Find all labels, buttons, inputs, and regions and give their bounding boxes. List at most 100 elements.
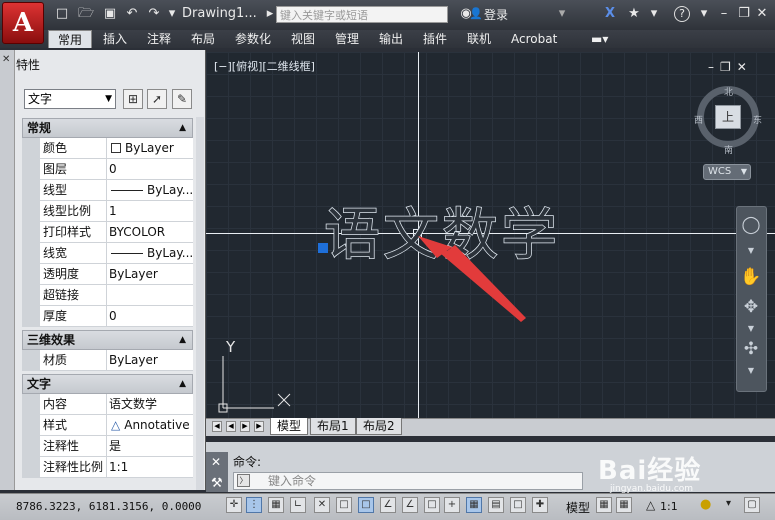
quick-select-icon[interactable]: ✎ [172,89,192,109]
save-icon[interactable]: ▣ [102,6,118,22]
star-icon[interactable]: ★ [626,6,642,22]
ortho-mode-icon[interactable]: ∟ [290,497,306,513]
property-row[interactable]: 超链接 [22,285,193,306]
section-header[interactable]: 三维效果 ▲ [22,330,193,350]
quick-view-layouts-icon[interactable]: ▦ [596,497,612,513]
polar-tracking-icon[interactable]: ✕ [314,497,330,513]
model-space-button[interactable]: 模型 [566,499,590,516]
section-header[interactable]: 文字 ▲ [22,374,193,394]
property-row[interactable]: 注释性比例 1:1 [22,457,193,478]
orbit-icon[interactable]: ✣ [739,338,763,360]
infer-constraints-icon[interactable]: ✛ [226,497,242,513]
dynamic-input-icon[interactable]: + [444,497,460,513]
command-prompt-icon[interactable]: 〉 [237,474,250,487]
dropdown-arrow-icon[interactable]: ▼ [739,360,763,382]
tab-home[interactable]: 常用 [48,30,92,48]
viewport-controls-label[interactable]: [−][俯视][二维线框] [214,58,315,74]
property-value[interactable]: △ Annotative [106,415,193,436]
lightbulb-icon[interactable]: ● [700,497,711,512]
property-row[interactable]: 材质 ByLayer [22,350,193,371]
tab-online[interactable]: 联机 [462,30,496,48]
collapse-chevron-icon[interactable]: ▲ [179,331,186,349]
tab-parametric[interactable]: 参数化 [230,30,276,48]
quick-properties-icon[interactable]: □ [510,497,526,513]
application-menu-button[interactable]: A [2,2,44,44]
zoom-extents-icon[interactable]: ✥ [739,296,763,318]
close-icon[interactable]: ✕ [754,6,770,22]
tab-manage[interactable]: 管理 [330,30,364,48]
isometric-icon[interactable]: □ [336,497,352,513]
search-input[interactable]: 键入关键字或短语 [276,6,448,23]
property-row[interactable]: 打印样式 BYCOLOR [22,222,193,243]
open-folder-icon[interactable]: 🗁 [78,6,94,22]
first-layout-arrow-icon[interactable]: ◀ [212,421,222,432]
object-snap-icon[interactable]: □ [358,497,374,513]
property-row[interactable]: 线型 ByLay... [22,180,193,201]
dynamic-ucs-icon[interactable]: □ [424,497,440,513]
property-value[interactable]: ByLayer [106,350,193,371]
tab-acrobat[interactable]: Acrobat [506,30,562,48]
property-row[interactable]: 线宽 ByLay... [22,243,193,264]
property-value[interactable]: ByLay... [106,243,193,264]
redo-icon[interactable]: ↷ [146,6,162,22]
coordinate-readout[interactable]: 8786.3223, 6181.3156, 0.0000 [16,500,201,513]
palette-close-icon[interactable]: ✕ [2,54,10,65]
property-row[interactable]: 厚度 0 [22,306,193,327]
clean-screen-icon[interactable]: ▢ [744,497,760,513]
quick-view-drawings-icon[interactable]: ▦ [616,497,632,513]
toggle-pickadd-icon[interactable]: ⊞ [123,89,143,109]
property-row[interactable]: 内容 语文数学 [22,394,193,415]
property-value[interactable]: BYCOLOR [106,222,193,243]
annotation-scale[interactable]: 1:1 [660,500,678,513]
dropdown-arrow-icon[interactable]: ▾ [646,6,662,22]
minimize-icon[interactable]: – [716,6,732,22]
collapse-chevron-icon[interactable]: ▲ [179,375,186,393]
next-layout-arrow-icon[interactable]: ▶ [240,421,250,432]
object-type-select[interactable]: 文字 ▼ [24,89,116,109]
text-grip[interactable] [318,243,328,253]
property-value[interactable] [106,285,193,306]
new-file-icon[interactable]: □ [54,6,70,22]
property-value[interactable]: 1:1 [106,457,193,478]
property-value[interactable]: 语文数学 [106,394,193,415]
tab-plugins[interactable]: 插件 [418,30,452,48]
undo-icon[interactable]: ↶ [124,6,140,22]
property-row[interactable]: 注释性是 [22,436,193,457]
dropdown-arrow-icon[interactable]: ▾ [554,6,570,22]
tab-layout2[interactable]: 布局2 [356,418,402,435]
grid-display-icon[interactable]: ▦ [268,497,284,513]
coordinate-system-menu[interactable]: WCS ▼ [703,164,751,180]
compass-south[interactable]: 南 [724,143,733,156]
last-layout-arrow-icon[interactable]: ▶ [254,421,264,432]
property-row[interactable]: 透明度 ByLayer [22,264,193,285]
wrench-icon[interactable]: ⚒ [211,476,223,491]
snap-mode-icon[interactable]: ⋮ [246,497,262,513]
tab-output[interactable]: 输出 [374,30,408,48]
property-value[interactable]: 0 [106,159,193,180]
palette-scrollbar[interactable] [196,117,204,490]
ribbon-options-icon[interactable]: ▬▾ [586,30,613,48]
command-input[interactable]: 键入命令 [233,472,583,490]
compass-east[interactable]: 东 [753,113,762,126]
restore-icon[interactable]: ❐ [736,6,752,22]
property-value[interactable]: ByLayer [106,264,193,285]
dropdown-arrow-icon[interactable]: ▼ [739,240,763,262]
palette-title-strip[interactable] [0,50,15,490]
property-row[interactable]: 颜色 ByLayer [22,138,193,159]
property-value[interactable]: ByLayer [106,138,193,159]
lineweight-icon[interactable]: ▦ [466,497,482,513]
steering-wheel-icon[interactable]: ◯ [739,214,763,236]
prev-layout-arrow-icon[interactable]: ◀ [226,421,236,432]
dropdown-arrow-icon[interactable]: ▾ [726,498,731,509]
section-header[interactable]: 常规 ▲ [22,118,193,138]
property-value[interactable]: ByLay... [106,180,193,201]
tab-annotate[interactable]: 注释 [142,30,176,48]
tab-model[interactable]: 模型 [270,418,309,435]
annotation-scale-icon[interactable]: △ [646,498,655,512]
tab-layout1[interactable]: 布局1 [310,418,356,435]
tab-insert[interactable]: 插入 [98,30,132,48]
property-value[interactable]: 是 [106,436,193,457]
tab-layout[interactable]: 布局 [186,30,220,48]
tab-view[interactable]: 视图 [286,30,320,48]
selection-cycling-icon[interactable]: ✚ [532,497,548,513]
